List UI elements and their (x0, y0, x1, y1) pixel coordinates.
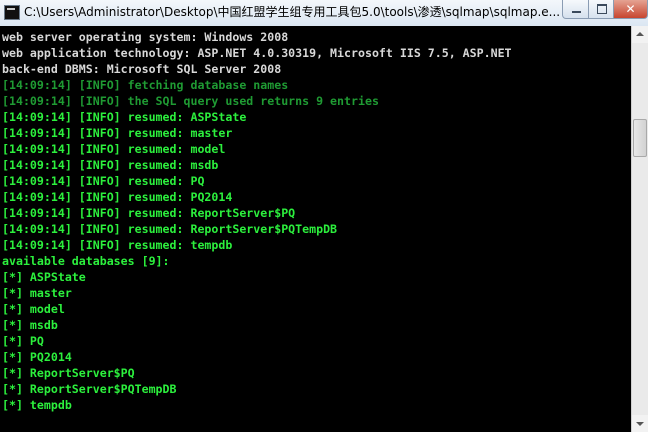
console-output[interactable]: web server operating system: Windows 200… (0, 26, 631, 432)
minimize-button[interactable] (562, 0, 589, 19)
console-line: [14:09:14] [INFO] resumed: PQ (2, 174, 205, 188)
console-line: [14:09:14] [INFO] resumed: model (2, 142, 226, 156)
console-line: [*] model (2, 302, 65, 316)
console-line: web application technology: ASP.NET 4.0.… (2, 46, 512, 60)
close-button[interactable]: ✕ (613, 0, 648, 19)
console-line: [14:09:14] [INFO] resumed: ReportServer$… (2, 206, 296, 220)
console-line: [*] PQ (2, 334, 44, 348)
scroll-down-arrow-icon[interactable] (632, 415, 648, 432)
console-line: [*] ReportServer$PQ (2, 366, 135, 380)
console-line: [*] PQ2014 (2, 350, 72, 364)
console-line: [*] tempdb (2, 398, 72, 412)
console-line: available databases [9]: (2, 254, 170, 268)
console-line: [*] master (2, 286, 72, 300)
title-bar[interactable]: C:\Users\Administrator\Desktop\中国红盟学生组专用… (0, 0, 648, 27)
console-line: [*] ReportServer$PQTempDB (2, 382, 177, 396)
console-line: [14:09:14] [INFO] resumed: msdb (2, 158, 219, 172)
vertical-scrollbar[interactable] (631, 26, 648, 432)
console-line: [*] msdb (2, 318, 58, 332)
scrollbar-thumb[interactable] (633, 119, 647, 157)
close-icon: ✕ (625, 2, 636, 16)
console-line: back-end DBMS: Microsoft SQL Server 2008 (2, 62, 282, 76)
console-line: [14:09:14] [INFO] the SQL query used ret… (2, 94, 379, 108)
console-line: [14:09:14] [INFO] resumed: ASPState (2, 110, 247, 124)
console-line: [14:09:14] [INFO] resumed: tempdb (2, 238, 233, 252)
maximize-button[interactable] (588, 0, 614, 19)
console-line: [14:09:14] [INFO] resumed: PQ2014 (2, 190, 233, 204)
window-title: C:\Users\Administrator\Desktop\中国红盟学生组专用… (24, 5, 560, 19)
console-app-icon[interactable] (4, 5, 20, 20)
console-line: web server operating system: Windows 200… (2, 30, 289, 44)
console-line: [14:09:14] [INFO] resumed: ReportServer$… (2, 222, 338, 236)
console-window: C:\Users\Administrator\Desktop\中国红盟学生组专用… (0, 0, 648, 432)
scroll-up-arrow-icon[interactable] (632, 26, 648, 43)
console-line: [*] ASPState (2, 270, 86, 284)
console-line: [14:09:14] [INFO] fetching database name… (2, 78, 289, 92)
console-line: [14:09:14] [INFO] resumed: master (2, 126, 233, 140)
